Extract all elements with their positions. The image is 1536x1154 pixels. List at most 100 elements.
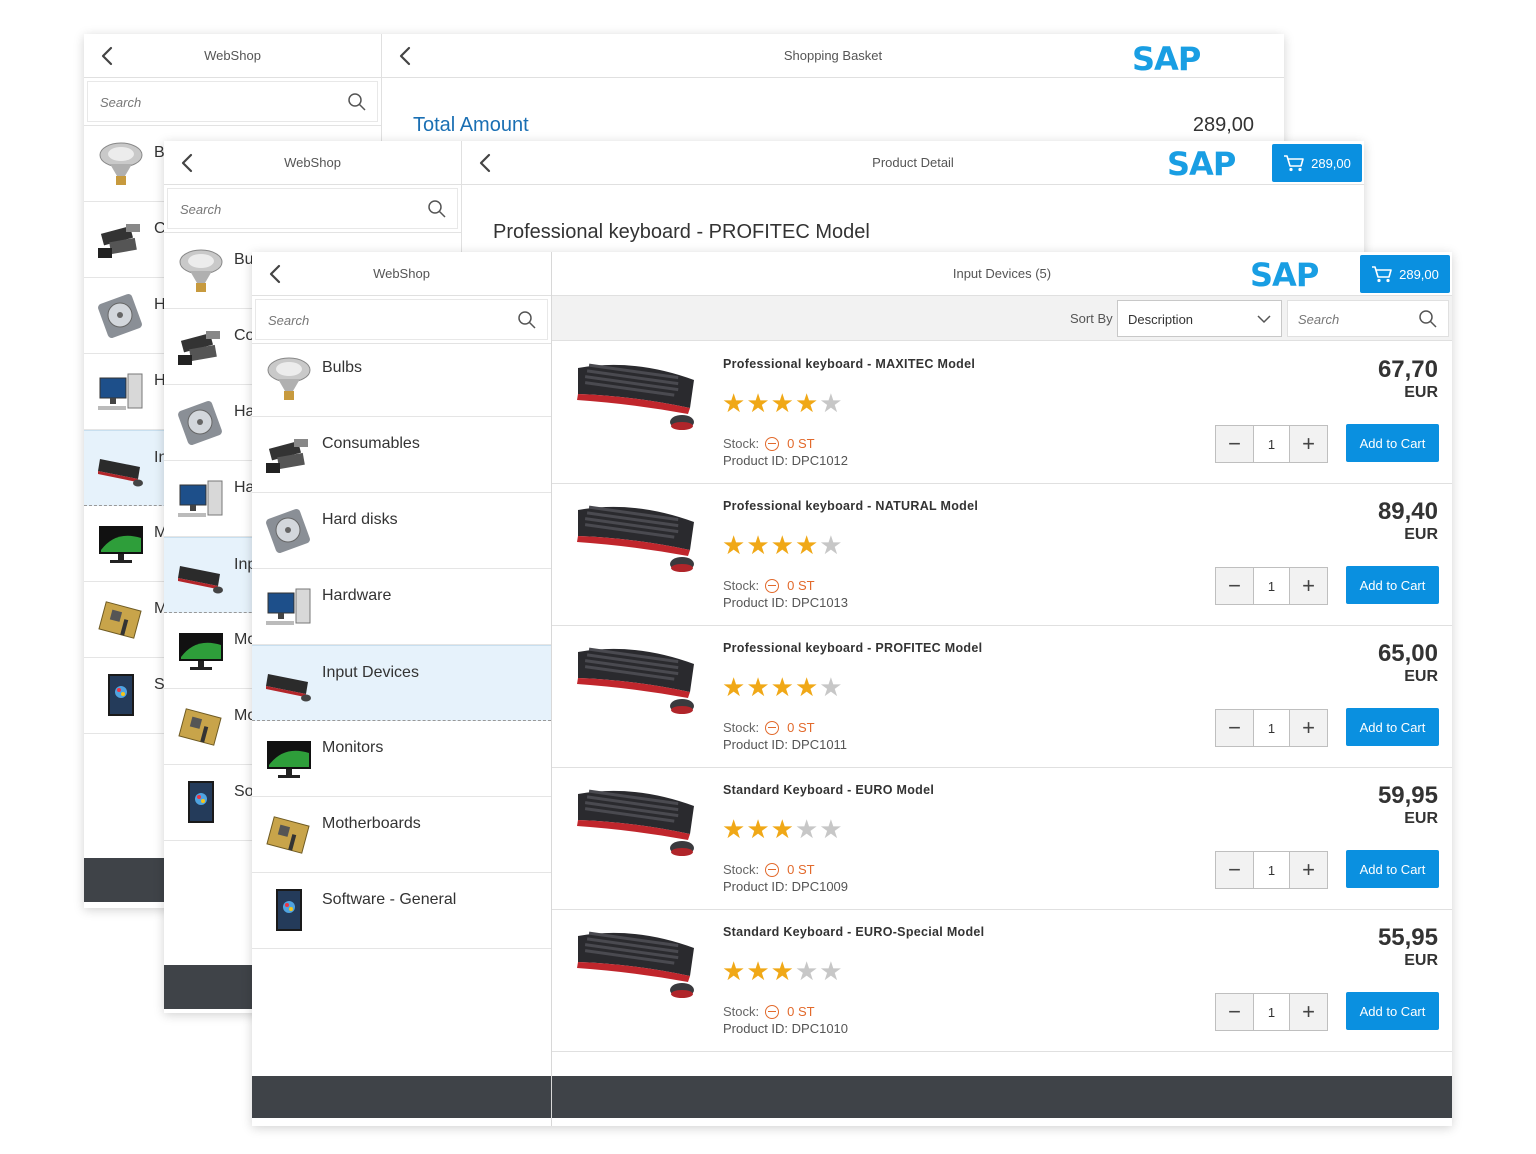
category-monitors[interactable]: Monitors: [252, 721, 551, 797]
quantity-input[interactable]: 1: [1253, 994, 1290, 1030]
product-list-item[interactable]: Standard Keyboard - EURO Model ★ ★ ★ ★ ★ Stock…: [552, 768, 1452, 910]
decrement-button[interactable]: −: [1216, 710, 1253, 746]
category-label: Motherboards: [322, 815, 421, 832]
product-price: 55,95: [1377, 924, 1438, 951]
star-icon: ★: [770, 530, 794, 560]
total-amount-label: Total Amount: [413, 114, 529, 136]
keyboard-icon: [264, 660, 314, 708]
quantity-input[interactable]: 1: [1253, 568, 1290, 604]
product-currency: EUR: [1404, 668, 1438, 685]
hardware-icon: [264, 583, 314, 631]
category-hardware[interactable]: Hardware: [252, 569, 551, 645]
motherboard-icon: [96, 596, 146, 644]
increment-button[interactable]: +: [1290, 852, 1327, 888]
decrement-button[interactable]: −: [1216, 568, 1253, 604]
bulb-icon: [264, 355, 314, 403]
star-icon: ★: [722, 530, 746, 560]
stock-status: Stock: 0 ST: [723, 720, 815, 735]
category-software-general[interactable]: Software - General: [252, 873, 551, 949]
product-list-item[interactable]: Professional keyboard - NATURAL Model ★ ★ ★…: [552, 484, 1452, 626]
star-icon: ★: [819, 388, 843, 418]
list-search-input[interactable]: Search: [1287, 300, 1449, 337]
search-icon[interactable]: [427, 199, 447, 219]
software-icon: [264, 887, 314, 935]
star-icon: ★: [794, 672, 819, 702]
increment-button[interactable]: +: [1290, 426, 1327, 462]
star-icon: ★: [794, 814, 819, 844]
search-bar: Search: [164, 185, 461, 233]
search-placeholder: Search: [100, 95, 142, 110]
cart-icon: [1283, 154, 1305, 172]
hardware-icon: [96, 368, 146, 416]
star-icon: ★: [819, 956, 843, 986]
decrement-button[interactable]: −: [1216, 994, 1253, 1030]
sort-value: Description: [1128, 312, 1194, 327]
out-of-stock-icon: [765, 436, 780, 451]
cart-button[interactable]: 289,00: [1360, 255, 1450, 293]
list-toolbar: Sort By Description Search: [552, 296, 1452, 341]
decrement-button[interactable]: −: [1216, 852, 1253, 888]
out-of-stock-icon: [765, 862, 780, 877]
product-id: Product ID: DPC1012: [723, 453, 849, 468]
search-icon[interactable]: [517, 310, 537, 330]
stock-status: Stock: 0 ST: [723, 578, 815, 593]
add-to-cart-button[interactable]: Add to Cart: [1346, 850, 1439, 888]
rating-stars: ★ ★ ★ ★ ★: [722, 816, 843, 842]
search-input[interactable]: Search: [167, 188, 458, 229]
out-of-stock-icon: [765, 720, 780, 735]
category-bulbs[interactable]: Bulbs: [252, 341, 551, 417]
add-to-cart-button[interactable]: Add to Cart: [1346, 992, 1439, 1030]
star-icon: ★: [746, 388, 770, 418]
quantity-input[interactable]: 1: [1253, 710, 1290, 746]
quantity-input[interactable]: 1: [1253, 426, 1290, 462]
product-currency: EUR: [1404, 526, 1438, 543]
quantity-stepper: −1 +: [1215, 851, 1328, 889]
search-bar: Search: [84, 78, 381, 126]
product-list-item[interactable]: Professional keyboard - MAXITEC Model ★ ★ ★…: [552, 342, 1452, 484]
bulb-icon: [96, 140, 146, 188]
consumables-icon: [264, 431, 314, 479]
category-input-devices[interactable]: Input Devices: [252, 645, 551, 721]
product-list-item[interactable]: Professional keyboard - PROFITEC Model ★ ★…: [552, 626, 1452, 768]
star-icon: ★: [794, 956, 819, 986]
product-name: Professional keyboard - PROFITEC Model: [723, 641, 983, 655]
category-consumables[interactable]: Consumables: [252, 417, 551, 493]
product-currency: EUR: [1404, 952, 1438, 969]
search-icon[interactable]: [347, 92, 367, 112]
add-to-cart-button[interactable]: Add to Cart: [1346, 708, 1439, 746]
cart-button[interactable]: 289,00: [1272, 144, 1362, 182]
sort-select[interactable]: Description: [1117, 300, 1282, 337]
add-to-cart-button[interactable]: Add to Cart: [1346, 566, 1439, 604]
master-title: WebShop: [204, 48, 261, 63]
master-header: WebShop: [252, 252, 551, 296]
stock-value: 0 ST: [787, 862, 815, 877]
detail-header: Input Devices (5) SAP 289,00: [552, 252, 1452, 296]
search-input[interactable]: Search: [255, 299, 548, 340]
category-motherboards[interactable]: Motherboards: [252, 797, 551, 873]
product-list-item[interactable]: Standard Keyboard - EURO-Special Model ★ ★…: [552, 910, 1452, 1052]
decrement-button[interactable]: −: [1216, 426, 1253, 462]
category-hard-disks[interactable]: Hard disks: [252, 493, 551, 569]
star-icon: ★: [746, 530, 770, 560]
master-panel: WebShop Search Bulbs Consumables Hard di…: [252, 252, 552, 1126]
sap-logo: SAP: [1132, 40, 1201, 78]
quantity-input[interactable]: 1: [1253, 852, 1290, 888]
star-icon: ★: [819, 530, 843, 560]
stock-value: 0 ST: [787, 720, 815, 735]
product-id: Product ID: DPC1011: [723, 737, 848, 752]
search-placeholder: Search: [180, 202, 222, 217]
add-to-cart-button[interactable]: Add to Cart: [1346, 424, 1439, 462]
search-input[interactable]: Search: [87, 81, 378, 122]
search-icon[interactable]: [1418, 309, 1438, 329]
keyboard-image: [574, 498, 700, 574]
keyboard-icon: [176, 552, 226, 600]
keyboard-image: [574, 356, 700, 432]
stock-value: 0 ST: [787, 436, 815, 451]
increment-button[interactable]: +: [1290, 994, 1327, 1030]
category-label: Hardware: [322, 587, 392, 604]
increment-button[interactable]: +: [1290, 568, 1327, 604]
star-icon: ★: [746, 672, 770, 702]
product-price: 89,40: [1377, 498, 1438, 525]
detail-header: Product Detail SAP 289,00: [462, 141, 1364, 185]
increment-button[interactable]: +: [1290, 710, 1327, 746]
